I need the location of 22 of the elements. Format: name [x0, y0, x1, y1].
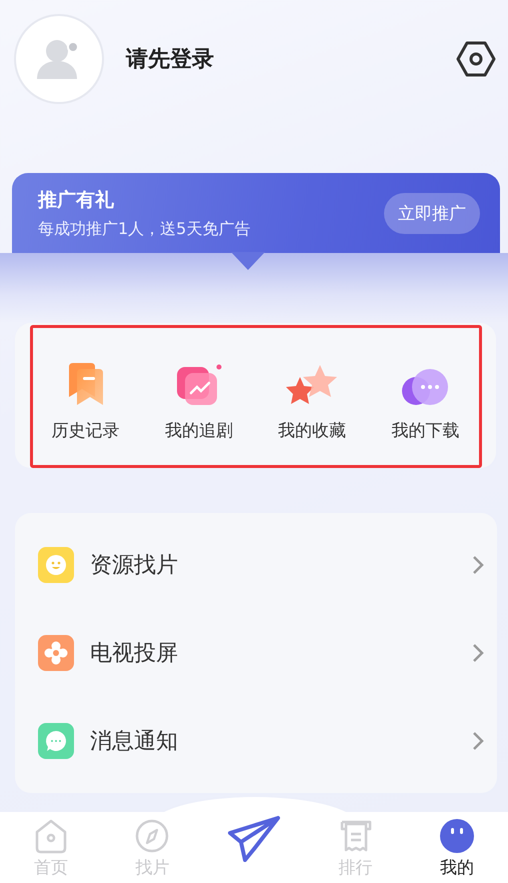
chevron-right-icon: [471, 642, 485, 664]
chevron-right-icon: [471, 554, 485, 576]
quick-action-label[interactable]: 历史记录: [52, 419, 120, 442]
menu-row[interactable]: 资源找片: [15, 521, 497, 609]
promo-subtitle: 每成功推广1人，送5天免广告: [38, 218, 252, 240]
compass-icon: [134, 818, 170, 854]
profile-face-icon: [439, 818, 476, 854]
menu-label: 消息通知: [90, 728, 179, 756]
menu-label: 电视投屏: [90, 640, 179, 668]
pointer-triangle: [231, 252, 265, 270]
settings-icon[interactable]: [456, 41, 496, 77]
chevron-right-icon: [471, 730, 485, 752]
promo-title: 推广有礼: [38, 188, 115, 212]
login-prompt[interactable]: 请先登录: [126, 44, 434, 74]
menu-label: 资源找片: [90, 552, 179, 580]
quick-action-label[interactable]: 我的下载: [391, 419, 460, 442]
quick-action-label[interactable]: 我的追剧: [164, 419, 233, 442]
menu-row[interactable]: 电视投屏: [15, 609, 497, 697]
tab-item[interactable]: 我的: [406, 812, 508, 883]
menu-row[interactable]: 消息通知: [15, 697, 497, 785]
promo-banner[interactable]: 推广有礼 每成功推广1人，送5天免广告 立即推广: [12, 173, 500, 253]
quick-action-label[interactable]: 我的收藏: [278, 419, 346, 442]
